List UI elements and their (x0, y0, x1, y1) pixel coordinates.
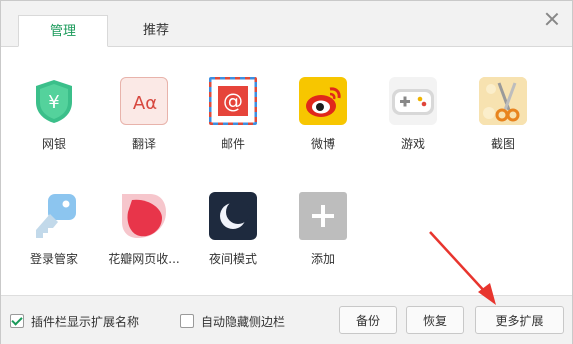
tab-recommend[interactable]: 推荐 (111, 15, 201, 46)
extension-item-huaban[interactable]: 花瓣网页收... (99, 192, 189, 267)
backup-button[interactable]: 备份 (339, 306, 397, 334)
more-extensions-button[interactable]: 更多扩展 (475, 306, 564, 334)
extension-item-night-mode[interactable]: 夜间模式 (188, 192, 278, 267)
extension-label: 微博 (310, 137, 335, 151)
close-icon[interactable] (544, 11, 560, 27)
mail-icon: @ (209, 77, 257, 125)
extension-label: 游戏 (400, 137, 425, 151)
extension-label: 网银 (41, 137, 66, 151)
tab-bar: 管理 推荐 (1, 1, 572, 47)
gamepad-icon (389, 77, 437, 125)
auto-hide-label: 自动隐藏侧边栏 (201, 315, 286, 329)
huaban-icon (120, 192, 168, 240)
extension-grid: ¥ 网银 Aα 翻译 @ 邮件 微博 游戏 截图 登录管家 花瓣网页收... 夜… (1, 47, 572, 295)
svg-text:¥: ¥ (48, 92, 59, 113)
weibo-icon (299, 77, 347, 125)
extension-item-bank[interactable]: ¥ 网银 (9, 77, 99, 152)
extension-item-weibo[interactable]: 微博 (278, 77, 368, 152)
footer-bar: 插件栏显示扩展名称 自动隐藏侧边栏 备份 恢复 更多扩展 (1, 295, 572, 344)
extension-label: 登录管家 (29, 252, 78, 266)
translate-icon: Aα (120, 77, 168, 125)
scissors-icon (479, 77, 527, 125)
extension-item-mail[interactable]: @ 邮件 (188, 77, 278, 152)
extension-item-screenshot[interactable]: 截图 (458, 77, 548, 152)
extension-label: 添加 (310, 252, 335, 266)
shield-yuan-icon: ¥ (30, 77, 78, 125)
extension-label: 截图 (490, 137, 515, 151)
extension-item-login-manager[interactable]: 登录管家 (9, 192, 99, 267)
tab-manage[interactable]: 管理 (18, 15, 108, 47)
key-icon (30, 192, 78, 240)
extension-label: 翻译 (131, 137, 156, 151)
restore-button[interactable]: 恢复 (406, 306, 464, 334)
show-names-label: 插件栏显示扩展名称 (31, 315, 140, 329)
extension-manager-dialog: 管理 推荐 ¥ 网银 Aα 翻译 @ 邮件 微博 游戏 截图 登录管家 花瓣网页… (0, 0, 573, 344)
auto-hide-checkbox[interactable] (180, 314, 194, 328)
svg-text:Aα: Aα (133, 93, 157, 114)
svg-text:@: @ (223, 89, 243, 113)
show-names-checkbox[interactable] (10, 314, 24, 328)
extension-label: 邮件 (220, 137, 245, 151)
extension-item-translate[interactable]: Aα 翻译 (99, 77, 189, 152)
extension-label: 花瓣网页收... (108, 252, 180, 266)
extension-item-add[interactable]: 添加 (278, 192, 368, 267)
extension-item-game[interactable]: 游戏 (368, 77, 458, 152)
moon-icon (209, 192, 257, 240)
extension-label: 夜间模式 (208, 252, 257, 266)
plus-icon (299, 192, 347, 240)
